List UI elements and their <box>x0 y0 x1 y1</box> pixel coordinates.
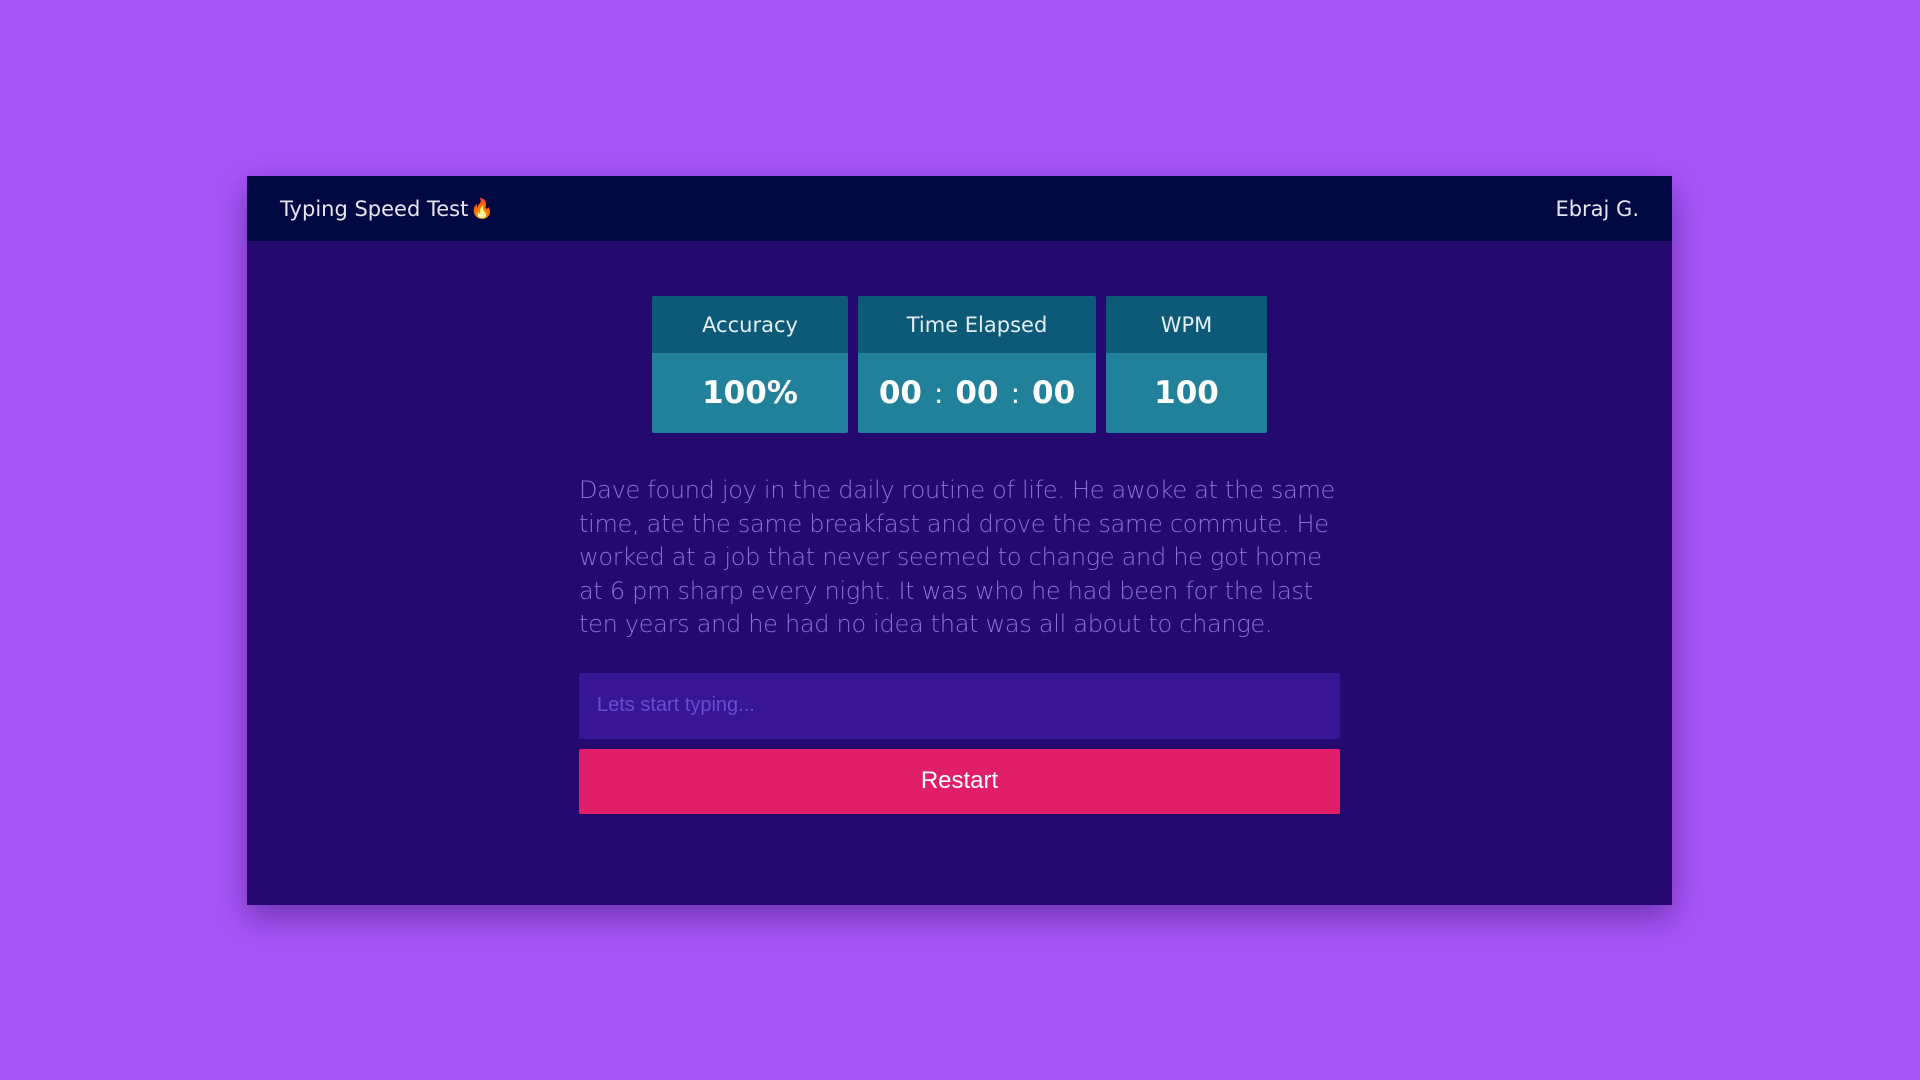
app-window: Typing Speed Test 🔥 Ebraj G. Accuracy 10… <box>247 176 1672 905</box>
time-minutes: 00 <box>955 375 999 411</box>
flame-icon: 🔥 <box>470 198 494 220</box>
stats-panel: Accuracy 100% Time Elapsed 00 : 00 : 00 … <box>247 296 1672 433</box>
time-elapsed-value: 00 : 00 : 00 <box>858 353 1096 433</box>
accuracy-card: Accuracy 100% <box>652 296 848 433</box>
wpm-label: WPM <box>1106 296 1267 353</box>
app-title: Typing Speed Test <box>280 196 469 221</box>
navbar: Typing Speed Test 🔥 Ebraj G. <box>247 176 1672 241</box>
time-seconds: 00 <box>1032 375 1076 411</box>
wpm-value: 100 <box>1106 353 1267 433</box>
time-separator: : <box>933 376 944 410</box>
restart-button[interactable]: Restart <box>579 748 1340 814</box>
typing-input[interactable] <box>579 672 1340 739</box>
accuracy-value: 100% <box>652 353 848 433</box>
passage-text: Dave found joy in the daily routine of l… <box>579 476 1336 638</box>
wpm-card: WPM 100 <box>1106 296 1267 433</box>
time-hours: 00 <box>878 375 922 411</box>
time-elapsed-label: Time Elapsed <box>858 296 1096 353</box>
accuracy-label: Accuracy <box>652 296 848 353</box>
time-elapsed-card: Time Elapsed 00 : 00 : 00 <box>858 296 1096 433</box>
time-separator: : <box>1010 376 1020 410</box>
user-name[interactable]: Ebraj G. <box>1555 197 1639 221</box>
brand[interactable]: Typing Speed Test 🔥 <box>280 197 494 221</box>
typing-area: Dave found joy in the daily routine of l… <box>579 474 1340 814</box>
